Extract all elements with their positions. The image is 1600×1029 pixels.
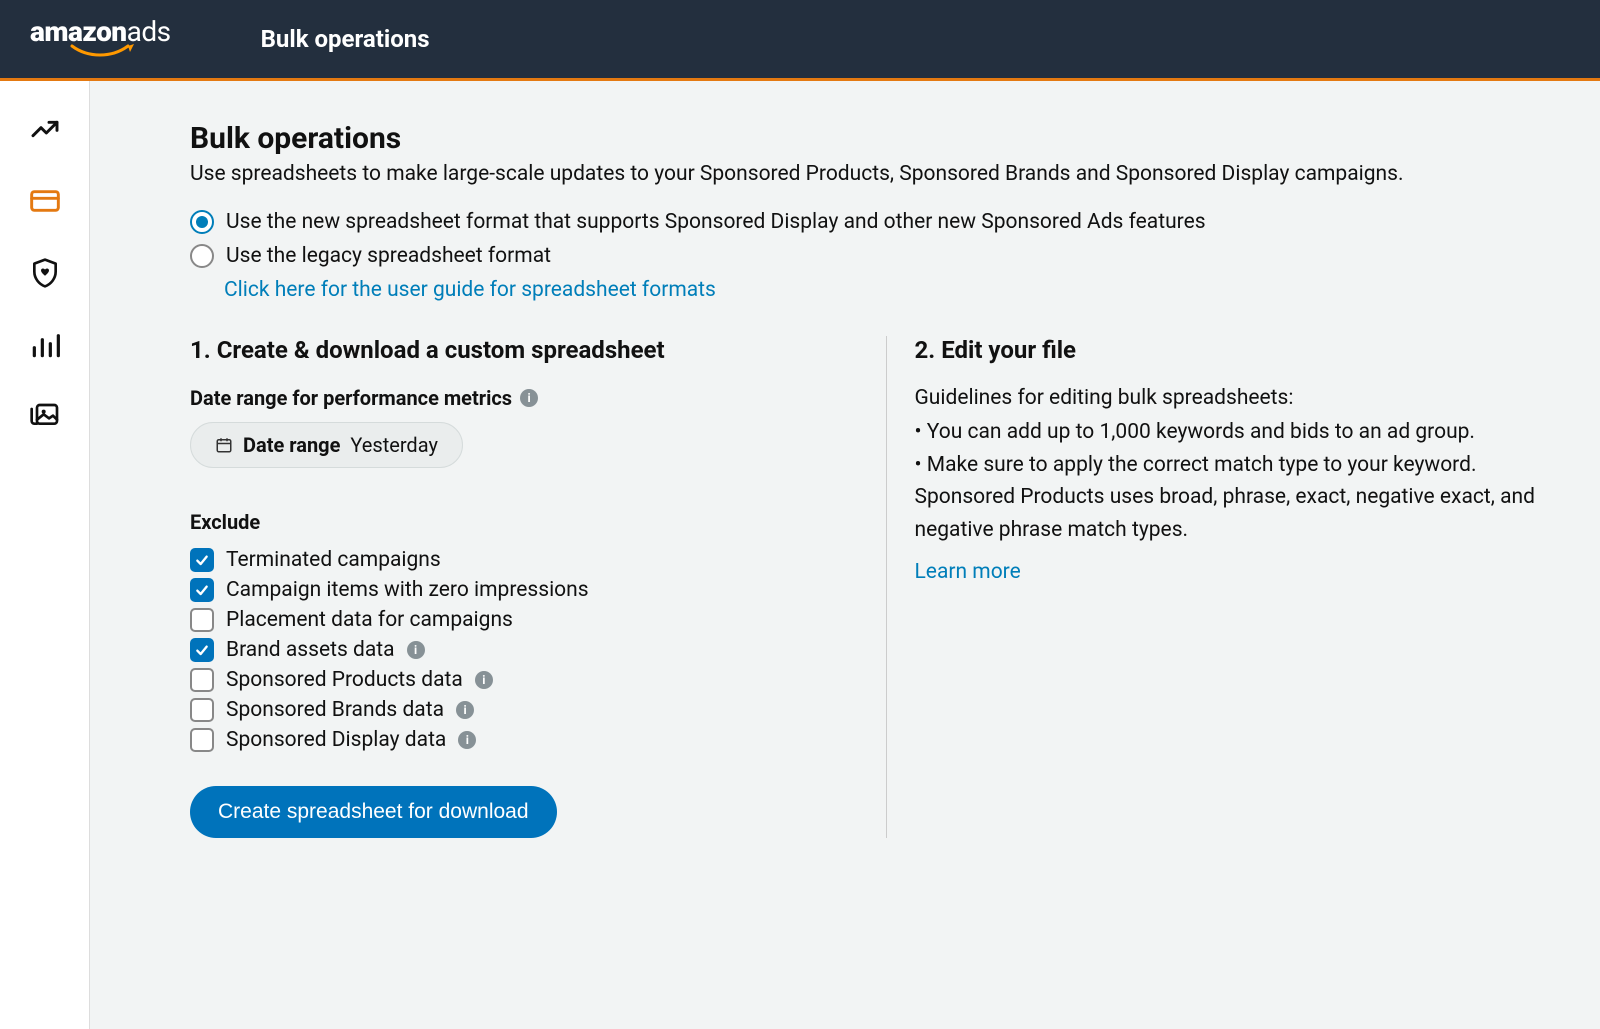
section-edit-file: 2. Edit your file Guidelines for editing…	[886, 336, 1551, 838]
exclude-option[interactable]: Brand assets data i	[190, 638, 826, 662]
checkbox-checked-icon	[190, 548, 214, 572]
date-range-lead: Date range	[243, 433, 340, 457]
radio-legacy-format[interactable]: Use the legacy spreadsheet format	[190, 244, 1550, 268]
exclude-option[interactable]: Sponsored Products data i	[190, 668, 826, 692]
exclude-option-label: Terminated campaigns	[226, 548, 441, 572]
sidebar-item-campaigns[interactable]	[27, 183, 63, 219]
checkbox-unchecked-icon	[190, 698, 214, 722]
guideline-bullet: • Make sure to apply the correct match t…	[915, 449, 1551, 547]
amazon-ads-logo: amazonads	[30, 18, 171, 60]
section1-heading: 1. Create & download a custom spreadshee…	[190, 336, 826, 364]
exclude-option[interactable]: Sponsored Brands data i	[190, 698, 826, 722]
date-range-picker[interactable]: Date range Yesterday	[190, 422, 463, 468]
format-guide-link[interactable]: Click here for the user guide for spread…	[224, 278, 716, 302]
guidelines-intro: Guidelines for editing bulk spreadsheets…	[915, 386, 1551, 410]
card-icon	[29, 185, 61, 217]
main-content: Bulk operations Use spreadsheets to make…	[90, 81, 1600, 1029]
date-range-label: Date range for performance metrics i	[190, 386, 826, 410]
sidebar-item-reports[interactable]	[27, 327, 63, 363]
exclude-option-label: Campaign items with zero impressions	[226, 578, 589, 602]
radio-icon-selected	[190, 210, 214, 234]
sidebar-item-brand-safety[interactable]	[27, 255, 63, 291]
section-create-download: 1. Create & download a custom spreadshee…	[190, 336, 846, 838]
exclude-option-label: Brand assets data	[226, 638, 395, 662]
info-icon[interactable]: i	[456, 701, 474, 719]
shield-heart-icon	[29, 257, 61, 289]
create-spreadsheet-button[interactable]: Create spreadsheet for download	[190, 786, 557, 838]
page-subtitle: Use spreadsheets to make large-scale upd…	[190, 162, 1550, 186]
sidebar	[0, 81, 90, 1029]
info-icon[interactable]: i	[407, 641, 425, 659]
exclude-option-label: Sponsored Brands data	[226, 698, 444, 722]
radio-new-format-label: Use the new spreadsheet format that supp…	[226, 210, 1206, 234]
amazon-smile-icon	[70, 44, 140, 60]
section2-heading: 2. Edit your file	[915, 336, 1551, 364]
exclude-option-label: Sponsored Display data	[226, 728, 446, 752]
checkbox-unchecked-icon	[190, 668, 214, 692]
exclude-label: Exclude	[190, 510, 826, 534]
checkbox-checked-icon	[190, 638, 214, 662]
bar-chart-icon	[29, 329, 61, 361]
top-header: amazonads Bulk operations	[0, 0, 1600, 81]
guidelines-list: • You can add up to 1,000 keywords and b…	[915, 416, 1551, 546]
trend-up-icon	[29, 113, 61, 145]
exclude-option[interactable]: Campaign items with zero impressions	[190, 578, 826, 602]
info-icon[interactable]: i	[458, 731, 476, 749]
learn-more-link[interactable]: Learn more	[915, 560, 1021, 584]
gallery-icon	[29, 401, 61, 433]
sidebar-item-trends[interactable]	[27, 111, 63, 147]
info-icon[interactable]: i	[520, 389, 538, 407]
header-title: Bulk operations	[261, 25, 430, 53]
checkbox-checked-icon	[190, 578, 214, 602]
exclude-option-label: Sponsored Products data	[226, 668, 463, 692]
radio-icon-unselected	[190, 244, 214, 268]
sidebar-item-assets[interactable]	[27, 399, 63, 435]
radio-new-format[interactable]: Use the new spreadsheet format that supp…	[190, 210, 1550, 234]
exclude-option[interactable]: Placement data for campaigns	[190, 608, 826, 632]
date-range-value: Yesterday	[350, 433, 438, 457]
info-icon[interactable]: i	[475, 671, 493, 689]
radio-legacy-format-label: Use the legacy spreadsheet format	[226, 244, 551, 268]
exclude-option-label: Placement data for campaigns	[226, 608, 513, 632]
exclude-option[interactable]: Sponsored Display data i	[190, 728, 826, 752]
exclude-option[interactable]: Terminated campaigns	[190, 548, 826, 572]
guideline-bullet: • You can add up to 1,000 keywords and b…	[915, 416, 1551, 449]
exclude-list: Terminated campaigns Campaign items with …	[190, 548, 826, 752]
calendar-icon	[215, 436, 233, 454]
page-title: Bulk operations	[190, 121, 1550, 156]
checkbox-unchecked-icon	[190, 608, 214, 632]
checkbox-unchecked-icon	[190, 728, 214, 752]
